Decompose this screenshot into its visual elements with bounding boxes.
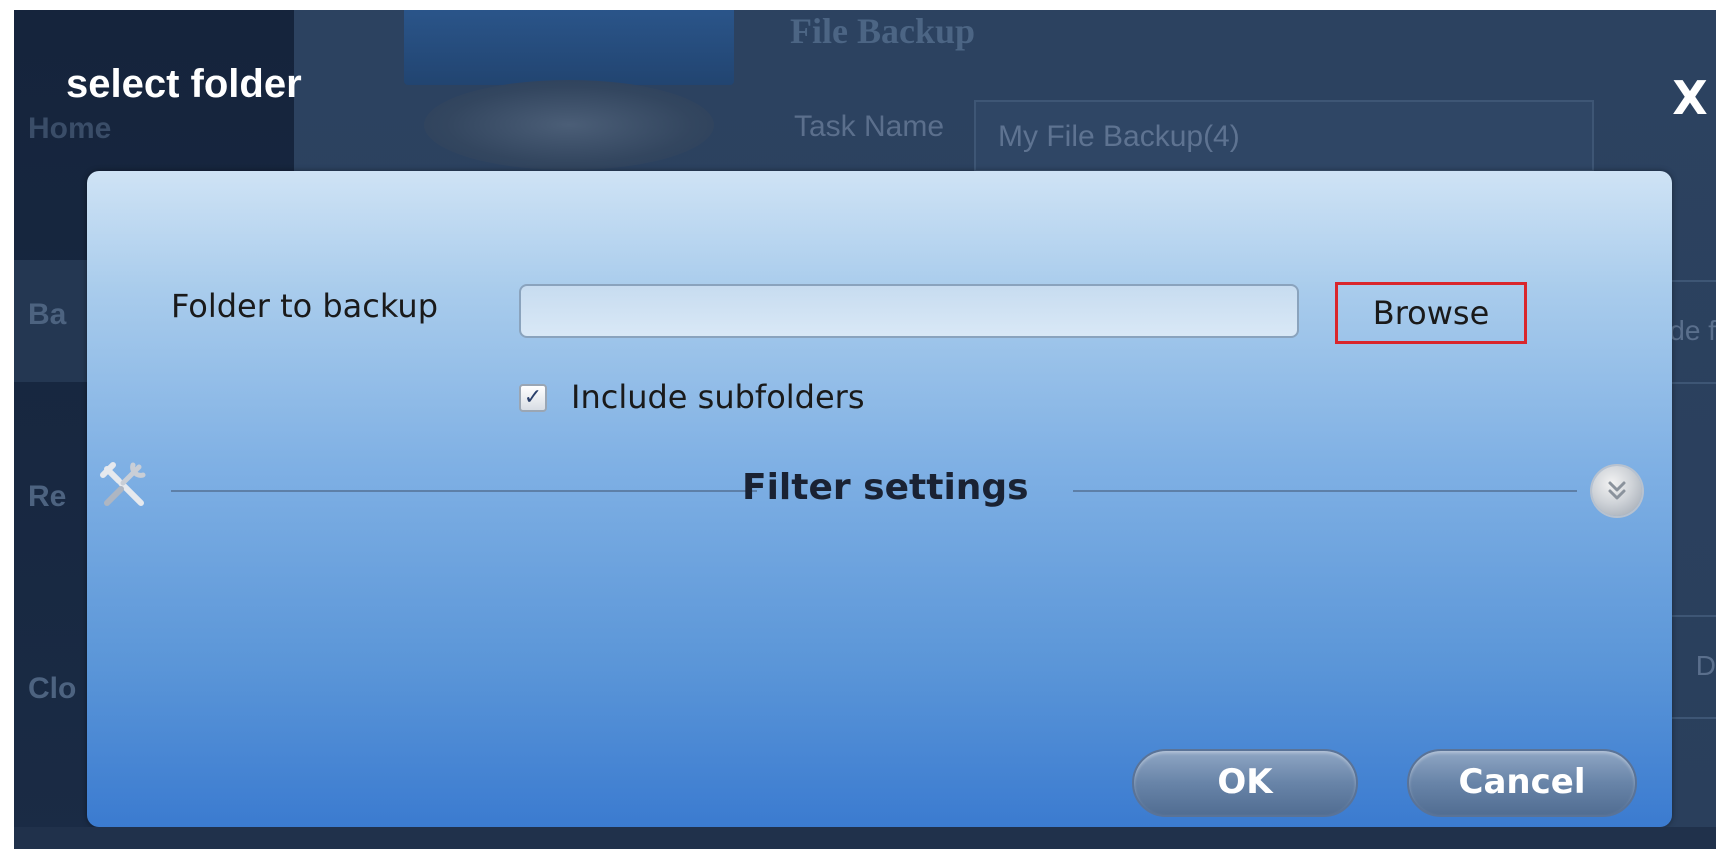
select-folder-dialog: Folder to backup Browse ✓ Include subfol… [87,171,1672,827]
include-subfolders-checkbox[interactable]: ✓ [519,384,547,412]
folder-to-backup-label: Folder to backup [171,287,439,325]
background-text-fragment: de f [1669,315,1716,346]
sidebar-item-label: Home [28,112,112,145]
sidebar-item-label: Ba [28,298,67,331]
filter-divider-left [171,490,757,492]
cancel-button[interactable]: Cancel [1407,749,1637,817]
filter-settings-title: Filter settings [742,467,1029,508]
dialog-title: select folder [66,62,302,106]
folder-path-input[interactable] [519,284,1299,338]
browse-button[interactable]: Browse [1335,282,1527,344]
monitor-illustration [404,10,734,85]
include-subfolders-label[interactable]: Include subfolders [571,378,864,416]
background-page-title: File Backup [790,11,976,51]
backup-app-window: Home Ba Re Clo File Backup Task Name My … [14,10,1716,849]
ok-button[interactable]: OK [1132,749,1358,817]
close-button[interactable]: X [1668,75,1712,121]
monitor-stand-illustration [424,80,714,170]
double-chevron-down-icon [1608,481,1626,500]
filter-divider-right [1073,490,1577,492]
task-name-label: Task Name [794,110,945,143]
tools-icon [99,461,149,511]
sidebar-item-label: Clo [28,672,77,705]
expand-filter-button[interactable] [1592,466,1642,516]
sidebar-item-label: Re [28,480,67,513]
background-text-fragment: D [1695,650,1716,681]
background-bottom-strip [14,827,1716,849]
task-name-input: My File Backup(4) [974,100,1594,172]
